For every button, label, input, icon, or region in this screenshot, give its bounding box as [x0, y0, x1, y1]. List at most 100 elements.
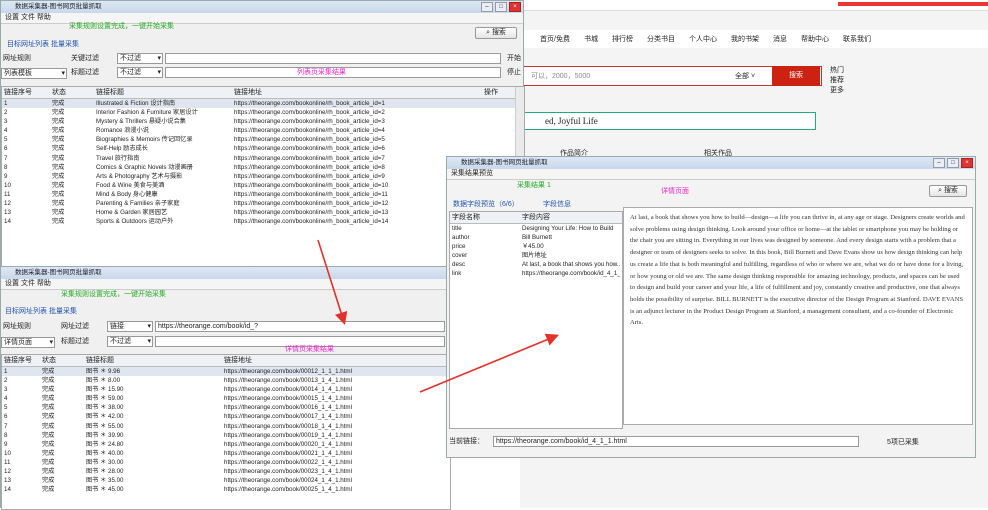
col-header[interactable]: 操作: [482, 87, 512, 98]
table-row[interactable]: 6 完成 图书 ＊ 42.00 https://theorange.com/book/…: [2, 412, 450, 421]
nav-item[interactable]: 帮助中心: [801, 34, 829, 44]
search-filter[interactable]: 全部 ˅: [735, 71, 755, 81]
table-row[interactable]: 2 完成 图书 ＊ 8.00 https://theorange.com/book/0…: [2, 376, 450, 385]
filter2-select[interactable]: 不过滤: [117, 67, 163, 78]
nav-item[interactable]: 首页/免费: [540, 34, 570, 44]
table-cell: https://theorange.com/bookonline/rh_book…: [234, 127, 385, 135]
table-row[interactable]: 1 完成 Illustrated & Fiction 设计指南 https://the…: [2, 99, 524, 109]
table-row[interactable]: 7 完成 图书 ＊ 55.00 https://theorange.com/book/…: [2, 422, 450, 431]
col-header[interactable]: 链接地址: [222, 355, 442, 366]
site-search-button[interactable]: 搜索: [772, 66, 820, 86]
search-button[interactable]: ⌕ 搜索: [475, 27, 517, 39]
table-cell: 5: [4, 136, 8, 144]
side-link[interactable]: 更多: [830, 86, 844, 96]
table-cell: Bill Burnett: [522, 234, 552, 242]
table-row[interactable]: 14 完成 图书 ＊ 45.00 https://theorange.com/book…: [2, 485, 450, 494]
window-titlebar: 数据采集器-图书网页批量抓取: [1, 267, 449, 279]
site-nav: 首页/免费 书城 排行榜 分类书目 个人中心 我的书架 消息 帮助中心 联系我们: [520, 30, 988, 48]
table-header: 链接序号 状态 链接标题 链接地址 操作: [2, 87, 524, 99]
status-url-field[interactable]: https://theorange.com/book/id_4_1_1.html: [493, 436, 859, 447]
tab-batch[interactable]: 目标网址列表 批量采集: [5, 307, 77, 317]
window-title: 数据采集器-图书网页批量抓取: [461, 159, 548, 166]
table-cell: 1: [4, 100, 8, 107]
maximize-icon[interactable]: □: [495, 2, 507, 12]
table-row[interactable]: 4 完成 图书 ＊ 59.00 https://theorange.com/book/…: [2, 394, 450, 403]
search-button[interactable]: ⌕ 搜索: [929, 185, 967, 197]
table-cell: At last, a book that shows you how...: [522, 261, 620, 269]
minimize-icon[interactable]: –: [481, 2, 493, 12]
col-header[interactable]: 状态: [40, 355, 84, 366]
table-row[interactable]: 2 完成 Interior Fashion & Furniture 家居设计 http…: [2, 108, 524, 117]
mode-select[interactable]: 列表模板: [1, 68, 67, 79]
table-cell: 完成: [52, 209, 65, 217]
table-row[interactable]: 5 完成 图书 ＊ 38.00 https://theorange.com/book/…: [2, 403, 450, 412]
table-row[interactable]: 5 完成 Biographies & Memoirs 传记回忆录 https://th…: [2, 135, 524, 144]
table-row[interactable]: 8 完成 图书 ＊ 39.90 https://theorange.com/book/…: [2, 431, 450, 440]
table-row[interactable]: 3 完成 Mystery & Thrillers 悬疑小说合集 https://the…: [2, 117, 524, 126]
table-row[interactable]: 13 完成 图书 ＊ 35.00 https://theorange.com/book…: [2, 476, 450, 485]
table-row[interactable]: author Bill Burnett: [450, 233, 622, 242]
nav-item[interactable]: 书城: [584, 34, 598, 44]
table-row[interactable]: 3 完成 图书 ＊ 15.90 https://theorange.com/book/…: [2, 385, 450, 394]
table-cell: https://theorange.com/bookonline/rh_book…: [234, 163, 385, 171]
start-button[interactable]: 开始: [507, 54, 521, 64]
col-header[interactable]: 链接标题: [94, 87, 232, 98]
close-icon[interactable]: ×: [961, 158, 973, 168]
col-header[interactable]: 链接地址: [232, 87, 482, 98]
nav-item[interactable]: 联系我们: [843, 34, 871, 44]
url-rule-input[interactable]: https://theorange.com/book/id_?: [155, 321, 445, 332]
col-header[interactable]: 状态: [50, 87, 94, 98]
table-row[interactable]: 12 完成 图书 ＊ 28.00 https://theorange.com/book…: [2, 467, 450, 476]
col-header[interactable]: 链接标题: [84, 355, 222, 366]
table-cell: 4: [4, 127, 8, 135]
nav-item[interactable]: 消息: [773, 34, 787, 44]
tab-batch[interactable]: 目标网址列表 批量采集: [7, 40, 79, 50]
table-cell: 图书 ＊ 38.00: [86, 404, 124, 412]
filter1-select[interactable]: 不过滤: [117, 53, 163, 64]
table-cell: 完成: [52, 200, 65, 208]
col-header[interactable]: 链接序号: [2, 87, 50, 98]
nav-item[interactable]: 分类书目: [647, 34, 675, 44]
window-title: 数据采集器-图书网页批量抓取: [15, 269, 102, 276]
filter2-select[interactable]: 不过滤: [107, 336, 153, 347]
table-cell: 3: [4, 386, 8, 394]
table-row[interactable]: 1 完成 图书 ＊ 9.96 https://theorange.com/book/0…: [2, 367, 450, 377]
table-row[interactable]: 6 完成 Self-Help 励志成长 https://theorange.com/b…: [2, 144, 524, 153]
nav-item[interactable]: 排行榜: [612, 34, 633, 44]
minimize-icon[interactable]: –: [933, 158, 945, 168]
table-cell: https://theorange.com/bookonline/rh_book…: [234, 190, 388, 198]
table-cell: https://theorange.com/book/00022_1_4_1.h…: [224, 458, 352, 466]
stop-button[interactable]: 停止: [507, 68, 521, 78]
side-link[interactable]: 热门: [830, 66, 844, 76]
table-row[interactable]: 11 完成 图书 ＊ 30.00 https://theorange.com/book…: [2, 458, 450, 467]
table-row[interactable]: 9 完成 图书 ＊ 24.80 https://theorange.com/book/…: [2, 440, 450, 449]
col-header[interactable]: 链接序号: [2, 355, 40, 366]
col-header[interactable]: 字段内容: [520, 212, 620, 223]
side-link[interactable]: 推荐: [830, 76, 844, 86]
table-cell: 完成: [52, 145, 65, 153]
table-cell: 完成: [42, 440, 55, 448]
url-mode-select[interactable]: 链接: [107, 321, 153, 332]
table-cell: Comics & Graphic Novels 动漫画册: [96, 163, 193, 171]
menu-bar[interactable]: 设置 文件 帮助: [1, 279, 449, 290]
table-row[interactable]: 10 完成 图书 ＊ 40.00 https://theorange.com/book…: [2, 449, 450, 458]
nav-item[interactable]: 个人中心: [689, 34, 717, 44]
table-cell: 13: [4, 209, 11, 217]
table-row[interactable]: price ￥45.00: [450, 242, 622, 251]
col-header[interactable]: 字段名称: [450, 212, 520, 223]
maximize-icon[interactable]: □: [947, 158, 959, 168]
table-row[interactable]: desc At last, a book that shows you how..…: [450, 260, 622, 269]
table-row[interactable]: link https://theorange.com/book/id_4_1_1.…: [450, 269, 622, 278]
menu-bar[interactable]: 采集结果预览: [447, 169, 975, 180]
table-row[interactable]: title Designing Your Life: How to Build: [450, 224, 622, 233]
tab-field-info[interactable]: 字段信息: [543, 200, 571, 210]
mode-select[interactable]: 详情页面: [1, 337, 55, 348]
close-icon[interactable]: ×: [509, 2, 521, 12]
table-cell: 完成: [42, 377, 55, 385]
filter1-input[interactable]: [165, 53, 501, 64]
nav-item[interactable]: 我的书架: [731, 34, 759, 44]
table-row[interactable]: 4 完成 Romance 浪漫小说 https://theorange.com/boo…: [2, 126, 524, 135]
table-row[interactable]: cover 图片地址: [450, 251, 622, 260]
tab-fields[interactable]: 数据字段预览（6/6）: [453, 200, 519, 210]
table-cell: 图书 ＊ 55.00: [86, 422, 124, 430]
